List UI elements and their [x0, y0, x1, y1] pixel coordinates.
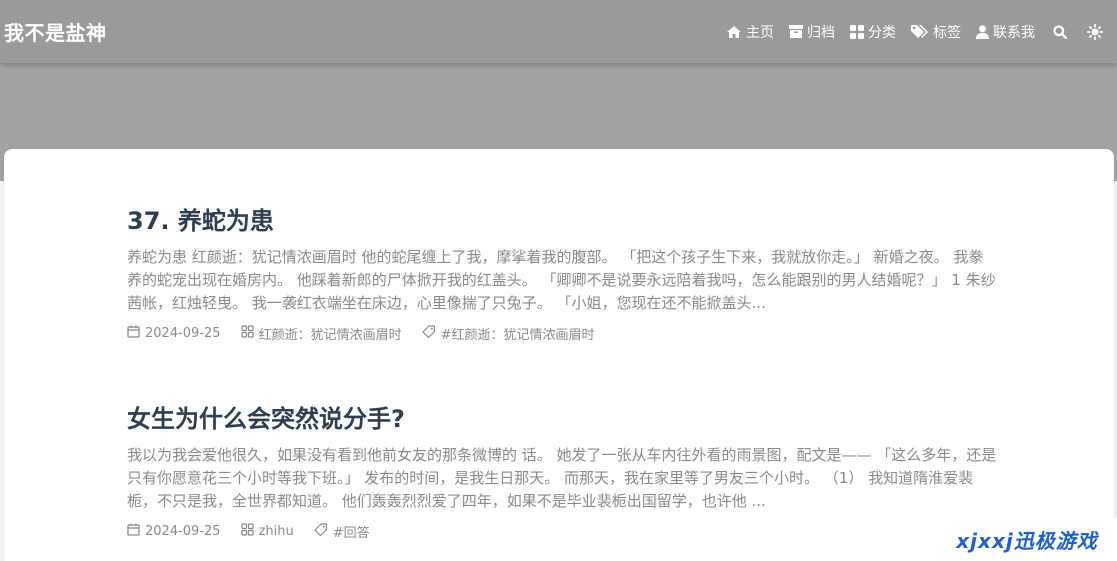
nav-item-tags[interactable]: 标签 [911, 22, 961, 42]
search-button[interactable] [1053, 24, 1067, 39]
post-excerpt[interactable]: 养蛇为患 红颜逝：犹记情浓画眉时 他的蛇尾缠上了我，摩挲着我的腹部。 「把这个孩… [127, 246, 997, 315]
nav-label: 主页 [746, 24, 774, 41]
post-list-card: 37. 养蛇为患 养蛇为患 红颜逝：犹记情浓画眉时 他的蛇尾缠上了我，摩挲着我的… [4, 149, 1114, 561]
main-nav: 主页 归档 分类 标签 联系我 [711, 22, 1113, 42]
post-date-text: 2024-09-25 [145, 325, 221, 341]
nav-item-home[interactable]: 主页 [726, 22, 774, 42]
tag-icon [314, 522, 328, 540]
post-tag[interactable]: #红颜逝：犹记情浓画眉时 [421, 324, 595, 343]
post-tag-text: #回答 [332, 525, 370, 541]
category-icon [240, 522, 254, 540]
post-tag-text: #红颜逝：犹记情浓画眉时 [440, 327, 595, 343]
post-date: 2024-09-25 [127, 523, 221, 540]
watermark-logo: xjxxj迅极游戏 [937, 518, 1117, 561]
nav-item-categories[interactable]: 分类 [850, 22, 896, 42]
theme-toggle-button[interactable] [1087, 23, 1103, 40]
post-date: 2024-09-25 [127, 325, 221, 342]
tag-icon [421, 324, 436, 342]
nav-label: 分类 [868, 24, 896, 41]
post-tag[interactable]: #回答 [314, 522, 370, 541]
calendar-icon [127, 325, 140, 342]
search-icon [1053, 24, 1067, 39]
post-item: 37. 养蛇为患 养蛇为患 红颜逝：犹记情浓画眉时 他的蛇尾缠上了我，摩挲着我的… [127, 205, 997, 343]
nav-label: 标签 [933, 24, 961, 41]
nav-label: 联系我 [993, 24, 1035, 41]
top-navbar: 我不是盐神 主页 归档 分类 标签 联系我 [0, 0, 1117, 63]
post-category-text: 红颜逝：犹记情浓画眉时 [258, 327, 402, 343]
archive-icon [789, 25, 803, 38]
post-category-text: zhihu [258, 523, 294, 539]
site-brand[interactable]: 我不是盐神 [4, 17, 107, 46]
post-excerpt[interactable]: 我以为我会爱他很久，如果没有看到他前女友的那条微博的 话。 她发了一张从车内往外… [127, 444, 997, 513]
nav-item-contact[interactable]: 联系我 [976, 22, 1035, 42]
nav-item-archive[interactable]: 归档 [789, 22, 835, 42]
post-title[interactable]: 37. 养蛇为患 [127, 205, 997, 237]
post-meta: 2024-09-25 zhihu #回答 [127, 521, 997, 541]
user-icon [976, 24, 989, 39]
post-meta: 2024-09-25 红颜逝：犹记情浓画眉时 #红颜逝：犹记情浓画眉时 [127, 323, 997, 343]
grid-icon [850, 24, 864, 39]
nav-label: 归档 [807, 24, 835, 41]
watermark-text: xjxxj迅极游戏 [956, 529, 1098, 553]
post-item: 女生为什么会突然说分手? 我以为我会爱他很久，如果没有看到他前女友的那条微博的 … [127, 403, 997, 541]
post-date-text: 2024-09-25 [145, 523, 221, 539]
post-category[interactable]: zhihu [240, 522, 294, 540]
home-icon [726, 25, 742, 39]
category-icon [240, 324, 254, 342]
post-title[interactable]: 女生为什么会突然说分手? [127, 403, 997, 435]
post-category[interactable]: 红颜逝：犹记情浓画眉时 [240, 324, 402, 343]
sun-icon [1087, 23, 1103, 40]
tags-icon [911, 24, 929, 39]
calendar-icon [127, 523, 140, 540]
